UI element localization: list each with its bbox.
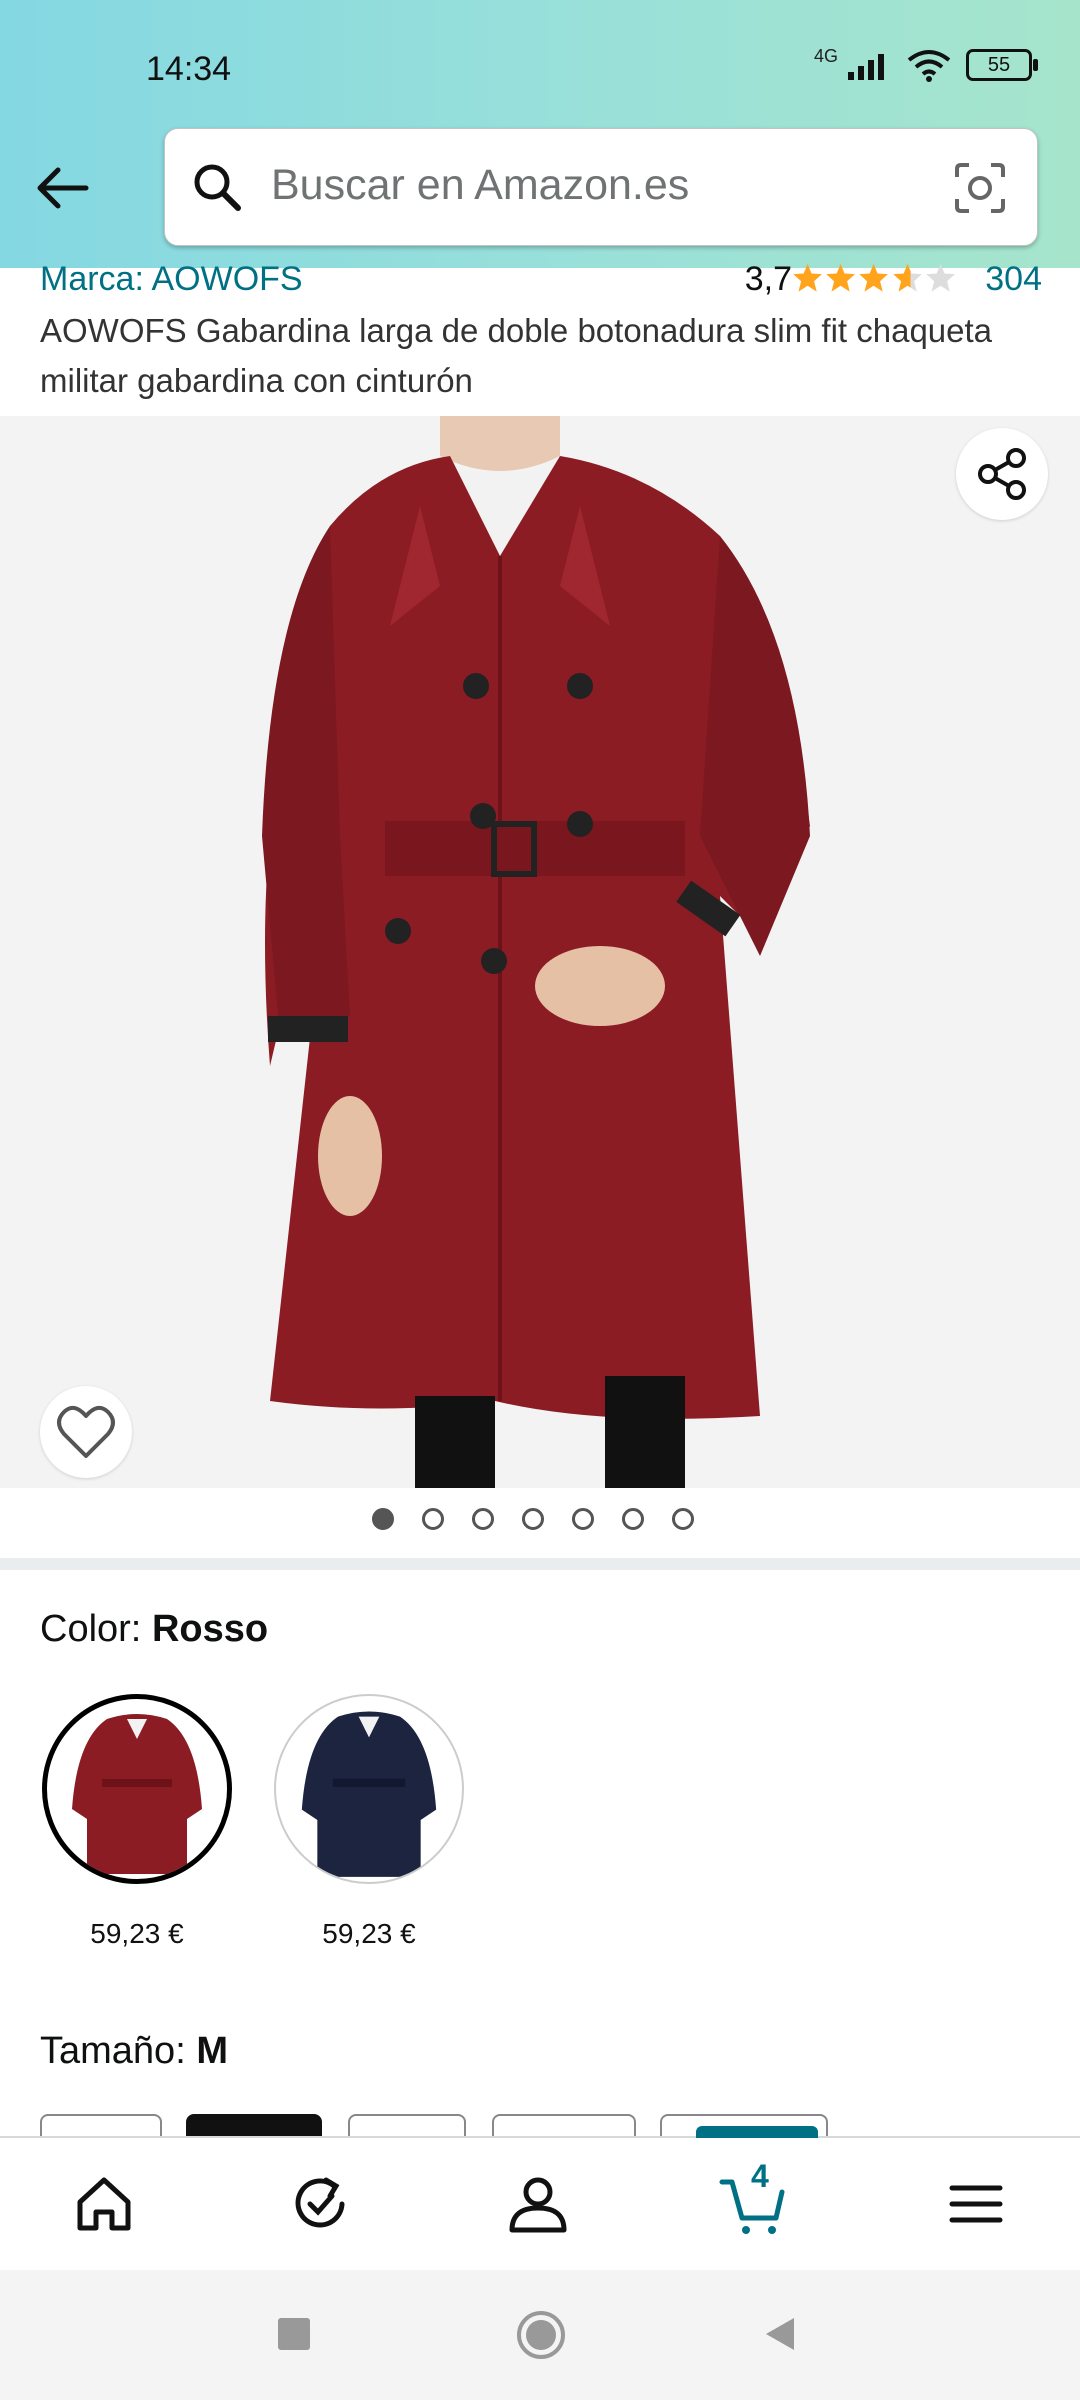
star-rating[interactable]	[792, 262, 956, 296]
pagination-dot[interactable]	[472, 1508, 494, 1530]
navy-coat-thumbnail	[301, 1711, 437, 1877]
back-system-icon[interactable]	[760, 2314, 800, 2354]
battery-icon: 55	[966, 49, 1038, 81]
size-label: Tamaño: M	[40, 2030, 228, 2073]
selected-color-value: Rosso	[151, 1608, 269, 1650]
review-count-link[interactable]: 304	[985, 260, 1042, 299]
color-option-price: 59,23 €	[90, 1918, 184, 1949]
search-input[interactable]: Buscar en Amazon.es	[271, 161, 689, 210]
back-arrow-icon[interactable]	[30, 156, 94, 220]
cart-active-indicator	[696, 2126, 818, 2138]
home-system-icon[interactable]	[514, 2308, 568, 2362]
bottom-navigation: 4	[0, 2126, 1080, 2272]
color-label: Color: Rosso	[40, 1608, 268, 1651]
pagination-dot[interactable]	[422, 1508, 444, 1530]
home-icon[interactable]	[68, 2168, 140, 2240]
search-icon	[194, 164, 241, 211]
star-half-icon	[892, 263, 922, 292]
brand-rating-row: Marca: AOWOFS 3,7 304	[40, 260, 1042, 304]
status-icons: 4G 55	[813, 45, 1038, 82]
star-full-icon	[826, 263, 856, 292]
camera-scan-icon[interactable]	[951, 159, 1009, 217]
product-image-gallery[interactable]	[0, 416, 1080, 1488]
wishlist-button[interactable]	[40, 1386, 132, 1478]
heart-icon	[57, 1405, 115, 1458]
color-label-text: Color:	[40, 1608, 142, 1650]
pagination-dot[interactable]	[522, 1508, 544, 1530]
product-title: AOWOFS Gabardina larga de doble botonadu…	[40, 312, 993, 399]
wifi-icon	[907, 50, 951, 82]
cart-button[interactable]: 4	[718, 2158, 790, 2240]
share-button[interactable]	[956, 428, 1048, 520]
color-swatch-navy[interactable]	[274, 1694, 464, 1884]
refresh-check-icon[interactable]	[284, 2168, 356, 2240]
star-full-icon	[859, 263, 889, 292]
product-image	[262, 416, 810, 1488]
status-time: 14:34	[146, 50, 232, 88]
color-swatch-red[interactable]	[42, 1694, 232, 1884]
selected-size-value: M	[196, 2030, 228, 2072]
brand-link[interactable]: Marca: AOWOFS	[40, 260, 303, 299]
signal-icon	[848, 54, 884, 80]
recent-apps-icon[interactable]	[274, 2314, 314, 2354]
image-pagination-dots[interactable]	[372, 1508, 694, 1530]
pagination-dot[interactable]	[572, 1508, 594, 1530]
app-header: 14:34 4G 55 Buscar en Amazon.es	[0, 0, 1080, 268]
rating-value: 3,7	[744, 260, 792, 298]
network-type: 4G	[813, 45, 838, 66]
cart-count-badge: 4	[751, 2158, 769, 2194]
section-divider	[0, 1558, 1080, 1570]
pagination-dot[interactable]	[622, 1508, 644, 1530]
pagination-dot-active[interactable]	[372, 1508, 394, 1530]
battery-level: 55	[987, 53, 1011, 76]
size-label-text: Tamaño:	[40, 2030, 186, 2072]
pagination-dot[interactable]	[672, 1508, 694, 1530]
account-icon[interactable]	[502, 2168, 574, 2240]
star-empty-icon	[926, 263, 955, 292]
color-option-price: 59,23 €	[322, 1918, 416, 1949]
search-bar[interactable]: Buscar en Amazon.es	[164, 128, 1038, 246]
system-navigation-bar	[0, 2270, 1080, 2400]
share-icon	[978, 448, 1026, 500]
red-coat-thumbnail	[72, 1714, 202, 1874]
star-full-icon	[793, 263, 822, 292]
menu-icon[interactable]	[940, 2168, 1012, 2240]
